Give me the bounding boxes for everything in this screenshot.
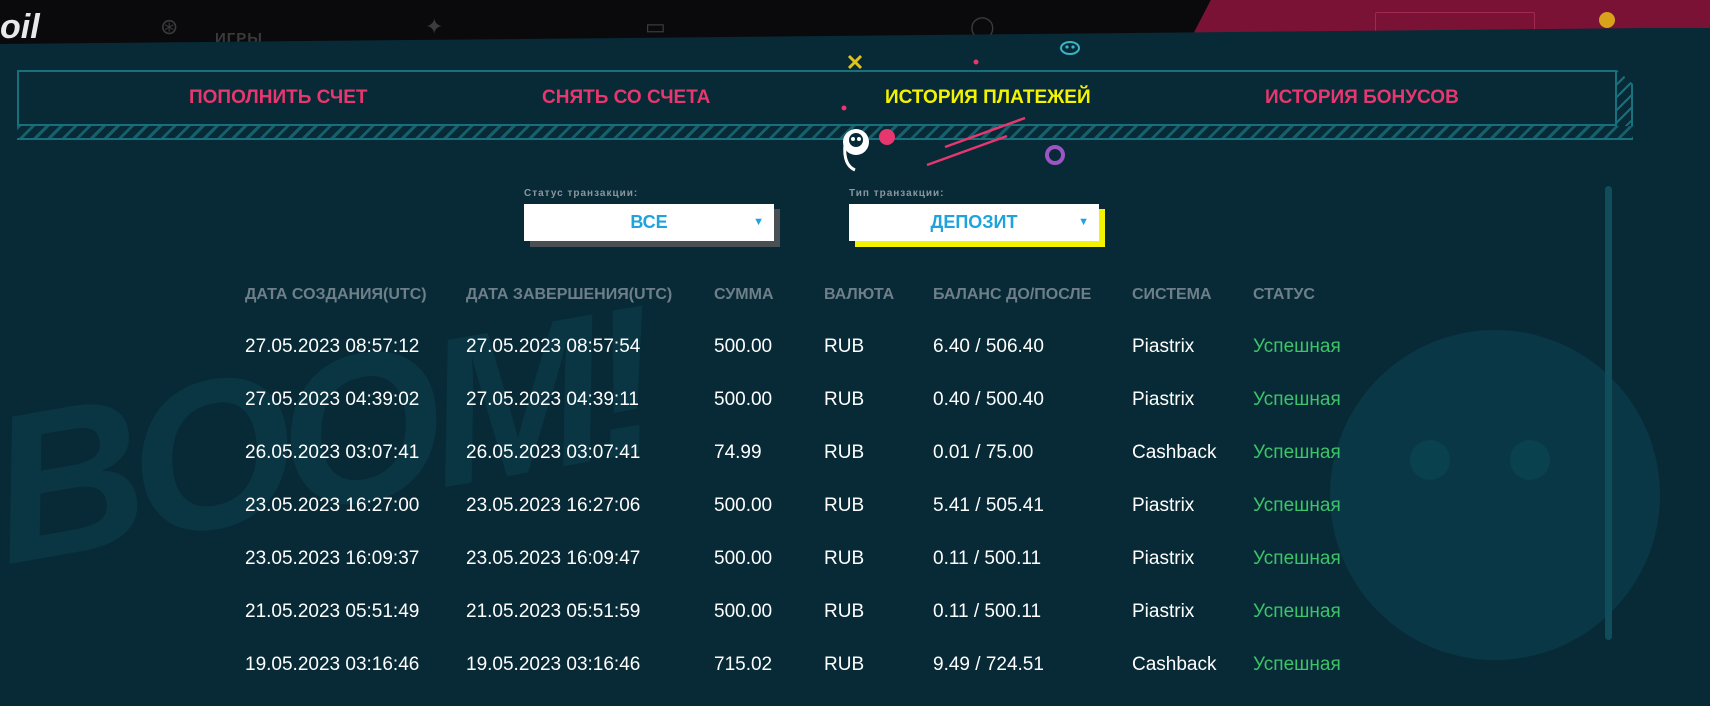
tv-icon[interactable]: ▭ bbox=[645, 14, 666, 40]
currency-cell: RUB bbox=[824, 442, 865, 463]
completed-cell: 23.05.2023 16:27:06 bbox=[466, 495, 641, 516]
system-cell: Piastrix bbox=[1132, 495, 1195, 516]
created-cell: 27.05.2023 08:57:12 bbox=[245, 336, 420, 357]
balance-cell: 0.40 / 500.40 bbox=[933, 389, 1044, 410]
amount-cell: 500.00 bbox=[714, 336, 773, 357]
tab-deposit[interactable]: ПОПОЛНИТЬ СЧЕТ bbox=[189, 86, 368, 110]
col-header-status: СТАТУС bbox=[1253, 286, 1315, 303]
system-cell: Piastrix bbox=[1132, 548, 1195, 569]
system-cell: Piastrix bbox=[1132, 389, 1195, 410]
system-cell: Cashback bbox=[1132, 442, 1217, 463]
created-cell: 23.05.2023 16:27:00 bbox=[245, 495, 420, 516]
status-select[interactable]: ВСЕ ▼ bbox=[524, 204, 774, 241]
chevron-down-icon: ▼ bbox=[1078, 216, 1089, 228]
completed-cell: 21.05.2023 05:51:59 bbox=[466, 601, 641, 622]
amount-cell: 500.00 bbox=[714, 495, 773, 516]
tab-withdraw[interactable]: СНЯТЬ СО СЧЕТА bbox=[542, 86, 710, 110]
balance-cell: 5.41 / 505.41 bbox=[933, 495, 1044, 516]
col-header-created: ДАТА СОЗДАНИЯ(UTC) bbox=[245, 286, 427, 303]
balance-cell: 0.11 / 500.11 bbox=[933, 601, 1042, 622]
cross-sparkle-icon bbox=[847, 54, 863, 70]
system-cell: Cashback bbox=[1132, 654, 1217, 675]
amount-cell: 500.00 bbox=[714, 548, 773, 569]
currency-cell: RUB bbox=[824, 336, 865, 357]
status-filter-label: Статус транзакции: bbox=[524, 188, 639, 199]
games-icon[interactable]: ⊛ bbox=[160, 14, 178, 40]
col-header-amount: СУММА bbox=[714, 286, 774, 303]
created-cell: 26.05.2023 03:07:41 bbox=[245, 442, 420, 463]
completed-cell: 19.05.2023 03:16:46 bbox=[466, 654, 641, 675]
completed-cell: 23.05.2023 16:09:47 bbox=[466, 548, 641, 569]
site-logo[interactable]: oil bbox=[0, 8, 56, 48]
created-cell: 19.05.2023 03:16:46 bbox=[245, 654, 420, 675]
table-scrollbar[interactable] bbox=[1605, 186, 1612, 640]
balance-cell: 6.40 / 506.40 bbox=[933, 336, 1044, 357]
status-select-value: ВСЕ bbox=[630, 212, 668, 232]
dot-decoration bbox=[973, 59, 979, 65]
currency-cell: RUB bbox=[824, 548, 865, 569]
active-tab-decoration bbox=[841, 54, 1065, 172]
status-cell: Успешная bbox=[1253, 389, 1341, 410]
amount-cell: 500.00 bbox=[714, 601, 773, 622]
status-cell: Успешная bbox=[1253, 548, 1341, 569]
tab-bonus-history[interactable]: ИСТОРИЯ БОНУСОВ bbox=[1265, 86, 1459, 110]
system-cell: Piastrix bbox=[1132, 336, 1195, 357]
created-cell: 21.05.2023 05:51:49 bbox=[245, 601, 420, 622]
mascot-face-icon bbox=[1060, 41, 1080, 55]
status-cell: Успешная bbox=[1253, 495, 1341, 516]
monkey-mascot-icon bbox=[843, 129, 869, 172]
created-cell: 27.05.2023 04:39:02 bbox=[245, 389, 420, 410]
type-filter-label: Тип транзакции: bbox=[849, 188, 945, 199]
currency-cell: RUB bbox=[824, 495, 865, 516]
completed-cell: 27.05.2023 08:57:54 bbox=[466, 336, 641, 357]
balance-cell: 0.01 / 75.00 bbox=[933, 442, 1034, 463]
type-select[interactable]: ДЕПОЗИТ ▼ bbox=[849, 204, 1099, 241]
status-cell: Успешная bbox=[1253, 654, 1341, 675]
circle-decoration bbox=[879, 129, 895, 145]
ring-decoration bbox=[1045, 145, 1065, 165]
col-header-completed: ДАТА ЗАВЕРШЕНИЯ(UTC) bbox=[466, 286, 673, 303]
col-header-system: СИСТЕМА bbox=[1132, 286, 1212, 303]
balance-cell: 9.49 / 724.51 bbox=[933, 654, 1044, 675]
currency-cell: RUB bbox=[824, 601, 865, 622]
dot-decoration bbox=[841, 105, 847, 111]
amount-cell: 500.00 bbox=[714, 389, 773, 410]
chevron-down-icon: ▼ bbox=[753, 216, 764, 228]
completed-cell: 26.05.2023 03:07:41 bbox=[466, 442, 641, 463]
created-cell: 23.05.2023 16:09:37 bbox=[245, 548, 420, 569]
system-cell: Piastrix bbox=[1132, 601, 1195, 622]
status-cell: Успешная bbox=[1253, 336, 1341, 357]
amount-cell: 74.99 bbox=[714, 442, 762, 463]
currency-cell: RUB bbox=[824, 654, 865, 675]
status-cell: Успешная bbox=[1253, 601, 1341, 622]
balance-cell: 0.11 / 500.11 bbox=[933, 548, 1042, 569]
type-select-value: ДЕПОЗИТ bbox=[930, 212, 1018, 232]
status-cell: Успешная bbox=[1253, 442, 1341, 463]
amount-cell: 715.02 bbox=[714, 654, 773, 675]
col-header-currency: ВАЛЮТА bbox=[824, 286, 895, 303]
completed-cell: 27.05.2023 04:39:11 bbox=[466, 389, 639, 410]
promo-icon[interactable]: ✦ bbox=[425, 14, 443, 40]
col-header-balance: БАЛАНС ДО/ПОСЛЕ bbox=[933, 286, 1092, 303]
balance-coin-icon[interactable] bbox=[1599, 12, 1615, 28]
tab-bar-stripe bbox=[17, 126, 1633, 140]
currency-cell: RUB bbox=[824, 389, 865, 410]
